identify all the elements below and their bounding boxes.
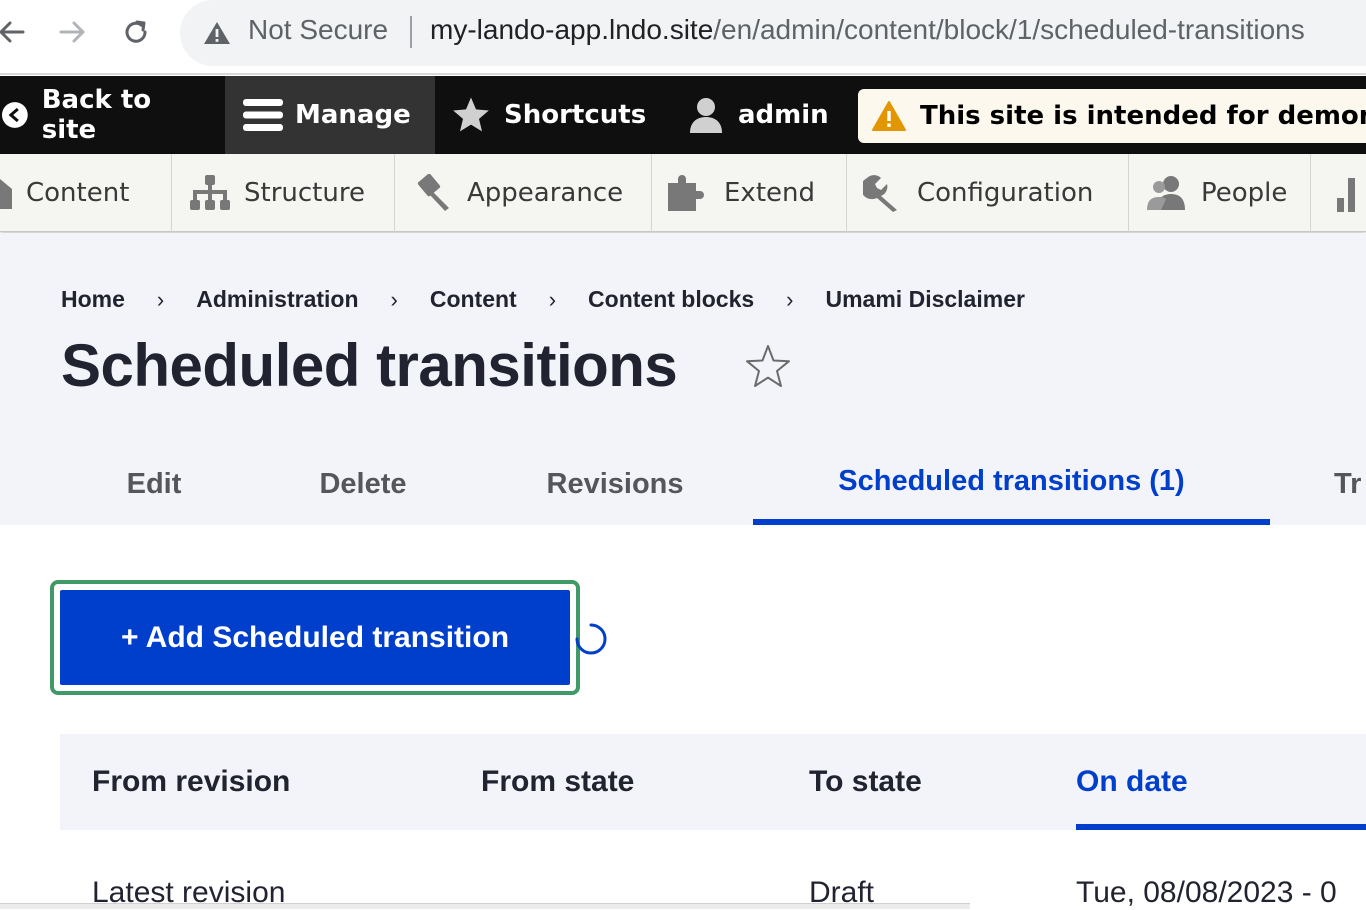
demo-notice-text: This site is intended for demonstration … xyxy=(920,101,1366,131)
manage-tab[interactable]: Manage xyxy=(225,76,435,154)
content-icon xyxy=(0,179,12,209)
user-icon xyxy=(690,98,722,133)
column-header-on-date[interactable]: On date xyxy=(1076,734,1188,830)
puzzle-icon xyxy=(668,175,704,211)
table-header: From revision From state To state On dat… xyxy=(60,734,1366,830)
breadcrumb-item-content-blocks[interactable]: Content blocks xyxy=(588,286,754,313)
tray-item-reports[interactable] xyxy=(1311,154,1366,232)
page-header: Home › Administration › Content › Conten… xyxy=(0,233,1366,525)
column-header-from-revision: From revision xyxy=(92,765,291,798)
manage-label: Manage xyxy=(295,100,411,130)
tray-item-appearance[interactable]: Appearance xyxy=(395,154,652,232)
admin-toolbar: Back to site Manage Shortcuts admin This… xyxy=(0,76,1366,154)
tab-scheduled-transitions[interactable]: Scheduled transitions (1) xyxy=(753,443,1270,525)
local-tasks-tabs: Edit Delete Revisions Scheduled transiti… xyxy=(0,443,1366,525)
browser-bar: Not Secure my-lando-app.lndo.site/en/adm… xyxy=(0,0,1366,75)
forward-arrow-icon[interactable] xyxy=(54,14,90,50)
breadcrumb-separator: › xyxy=(786,286,794,312)
sort-indicator xyxy=(1076,824,1366,830)
user-label: admin xyxy=(738,100,829,130)
cell-on-date: Tue, 08/08/2023 - 0 xyxy=(1076,876,1337,909)
admin-tray: Content Structure Appearance Extend Conf… xyxy=(0,154,1366,232)
bar-chart-icon xyxy=(1337,178,1355,212)
tray-item-content[interactable]: Content xyxy=(0,154,172,232)
security-label[interactable]: Not Secure xyxy=(248,14,388,46)
tray-item-label: Configuration xyxy=(917,178,1094,208)
breadcrumb-item-umami-disclaimer[interactable]: Umami Disclaimer xyxy=(826,286,1025,313)
shortcuts-tab[interactable]: Shortcuts xyxy=(450,76,650,154)
back-to-site-label: Back to site xyxy=(41,85,152,145)
url-separator xyxy=(410,16,412,48)
demo-notice: This site is intended for demonstration … xyxy=(858,89,1366,143)
star-outline-icon[interactable] xyxy=(742,341,794,393)
add-scheduled-transition-button[interactable]: + Add Scheduled transition xyxy=(60,590,570,685)
back-to-site-link[interactable]: Back to site xyxy=(0,76,213,154)
url-host: my-lando-app.lndo.site xyxy=(430,14,714,45)
breadcrumb-separator: › xyxy=(390,286,398,312)
back-circle-icon xyxy=(1,102,28,128)
tab-translate[interactable]: Tr xyxy=(1334,443,1366,525)
wrench-icon xyxy=(863,175,897,212)
shortcuts-label: Shortcuts xyxy=(504,100,647,130)
tray-item-label: Appearance xyxy=(467,178,624,208)
people-icon xyxy=(1147,176,1185,210)
breadcrumb: Home › Administration › Content › Conten… xyxy=(61,286,1025,313)
breadcrumb-separator: › xyxy=(548,286,557,312)
user-tab[interactable]: admin xyxy=(686,76,846,154)
column-header-from-state: From state xyxy=(481,765,635,798)
warning-triangle-icon xyxy=(204,22,230,44)
star-icon xyxy=(453,97,489,132)
column-header-to-state: To state xyxy=(809,765,922,798)
tab-revisions[interactable]: Revisions xyxy=(505,443,725,525)
tray-item-extend[interactable]: Extend xyxy=(652,154,847,232)
back-arrow-icon[interactable] xyxy=(0,14,30,50)
tray-item-label: Extend xyxy=(724,178,815,208)
scroll-shadow xyxy=(0,903,970,909)
hamburger-icon xyxy=(243,99,283,131)
structure-icon xyxy=(190,175,230,210)
breadcrumb-item-home[interactable]: Home xyxy=(61,286,125,313)
tab-edit[interactable]: Edit xyxy=(94,443,214,525)
tab-delete[interactable]: Delete xyxy=(283,443,443,525)
tray-item-label: Structure xyxy=(244,178,365,208)
tray-item-configuration[interactable]: Configuration xyxy=(847,154,1129,232)
warning-triangle-icon xyxy=(872,101,906,131)
breadcrumb-separator: › xyxy=(156,286,165,312)
url-path: /en/admin/content/block/1/scheduled-tran… xyxy=(713,14,1305,45)
tray-item-structure[interactable]: Structure xyxy=(172,154,395,232)
breadcrumb-item-content[interactable]: Content xyxy=(430,286,517,313)
url-text[interactable]: my-lando-app.lndo.site/en/admin/content/… xyxy=(430,14,1305,46)
breadcrumb-item-administration[interactable]: Administration xyxy=(196,286,358,313)
tray-item-label: People xyxy=(1201,178,1288,208)
tray-item-people[interactable]: People xyxy=(1129,154,1311,232)
paint-brush-icon xyxy=(417,174,449,211)
tray-item-label: Content xyxy=(26,178,130,208)
loading-spinner-icon xyxy=(575,623,607,655)
reload-icon[interactable] xyxy=(118,14,154,50)
page-title: Scheduled transitions xyxy=(61,332,678,399)
